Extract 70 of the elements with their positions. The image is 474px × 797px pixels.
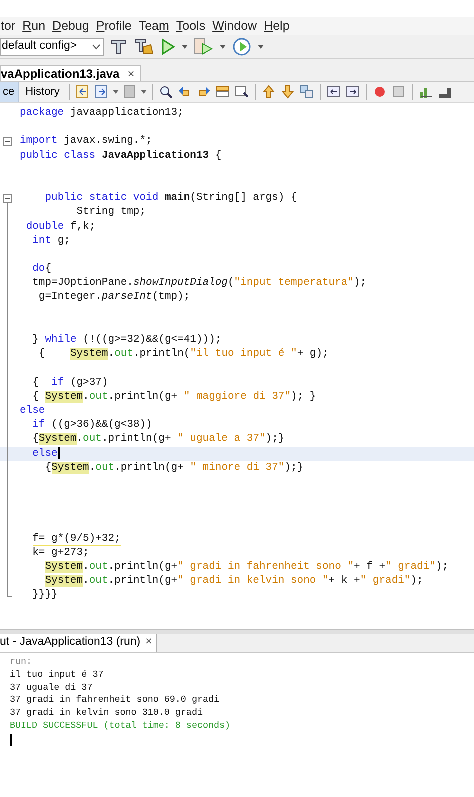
shift-right-icon[interactable] <box>344 84 361 100</box>
code-line: f= g*(9/5)+32; <box>32 532 121 546</box>
code-line: import javax.swing.*; <box>20 135 152 148</box>
code-line: System.out.println(g+" gradi in fahrenheit sono "+ f +" gradi"); <box>44 561 449 573</box>
stop-icon[interactable] <box>390 84 407 100</box>
code-line: { System.out.println(g+ " maggiore di 37"); } <box>32 390 316 403</box>
code-line: }}}} <box>32 589 58 602</box>
window-arrow-icon[interactable] <box>234 84 250 100</box>
code-line: {System.out.println(g+ " minore di 37");} <box>44 462 304 474</box>
caret-down-icon[interactable] <box>140 90 147 94</box>
shift-left-icon[interactable] <box>326 84 342 100</box>
close-button[interactable]: × <box>128 64 135 82</box>
menu-item[interactable]: Tools <box>176 16 206 36</box>
code-line: public static void main(String[] args) { <box>44 192 298 204</box>
menu-item[interactable]: Debug <box>52 16 90 36</box>
output-line: il tuo input é 37 <box>10 668 105 682</box>
code-line: System.out.println(g+" gradi in kelvin sono "+ k +" gradi"); <box>44 575 424 588</box>
code-line: { System.out.println("il tuo input é "+ g); <box>38 348 329 360</box>
view-tab[interactable]: ce <box>0 82 19 102</box>
code-line: { if (g>37) <box>32 376 108 389</box>
code-line: tmp=JOptionPane.showInputDialog("input temperatura"); <box>32 277 367 290</box>
chevron-down-icon <box>92 44 101 50</box>
code-line: {System.out.println(g+ " uguale a 37");} <box>32 433 285 446</box>
text-cursor <box>58 446 60 459</box>
view-tab[interactable]: History <box>22 82 64 102</box>
code-line: k= g+273; <box>32 546 90 559</box>
profile-icon[interactable] <box>232 36 252 56</box>
hammer-icon[interactable] <box>110 38 128 56</box>
code-line: } while (!((g>=32)&&(g<=41))); <box>32 334 222 346</box>
fold-icon[interactable] <box>3 194 12 204</box>
arrow-up-icon[interactable] <box>260 84 277 100</box>
debug-icon[interactable] <box>194 38 214 56</box>
forward-history-icon[interactable] <box>94 84 110 100</box>
menu-item[interactable]: Run <box>22 16 46 36</box>
caret-down-icon[interactable] <box>182 44 188 48</box>
menu-item[interactable]: Profile <box>96 16 132 36</box>
play-icon[interactable] <box>160 38 176 56</box>
code-line: String tmp; <box>76 206 146 218</box>
close-button[interactable]: × <box>146 634 152 652</box>
menu-item[interactable]: Team <box>138 16 170 36</box>
shapes-icon[interactable] <box>298 84 315 100</box>
search-icon[interactable] <box>158 84 174 100</box>
back-history-icon[interactable] <box>74 84 91 100</box>
caret-down-icon[interactable] <box>220 44 226 48</box>
code-line: package javaapplication13; <box>20 107 184 119</box>
code-line: else <box>32 448 58 460</box>
menu-item[interactable]: Window <box>212 16 258 36</box>
output-line: 37 gradi in fahrenheit sono 69.0 gradi <box>10 694 221 708</box>
output-tab[interactable]: ut - JavaApplication13 (run) × <box>0 634 158 652</box>
arrow-down-icon[interactable] <box>280 84 296 100</box>
code-line: public class JavaApplication13 { <box>20 150 222 162</box>
code-line: int g; <box>32 234 70 247</box>
output-line: run: <box>10 656 34 669</box>
config-dropdown[interactable]: default config> <box>0 38 104 56</box>
output-line: 37 gradi in kelvin sono 310.0 gradi <box>10 707 204 720</box>
code-line: g=Integer.parseInt(tmp); <box>38 291 190 304</box>
stack-icon[interactable] <box>214 84 231 100</box>
caret-down-icon[interactable] <box>258 44 264 48</box>
document-icon[interactable] <box>122 84 138 100</box>
editor-tab[interactable]: vaApplication13.java × <box>0 65 141 81</box>
code-line: else <box>20 404 46 417</box>
code-line: if ((g>36)&&(g<38)) <box>32 419 152 432</box>
caret-down-icon[interactable] <box>112 90 119 94</box>
code-line: do{ <box>32 263 52 276</box>
output-line: 37 uguale di 37 <box>10 682 94 694</box>
fold-icon[interactable] <box>3 137 12 146</box>
menu-item[interactable]: Help <box>264 16 290 36</box>
code-line: double f,k; <box>25 220 96 232</box>
menu-item[interactable]: tor <box>1 16 16 36</box>
output-line: BUILD SUCCESSFUL (total time: 8 seconds) <box>10 720 232 733</box>
